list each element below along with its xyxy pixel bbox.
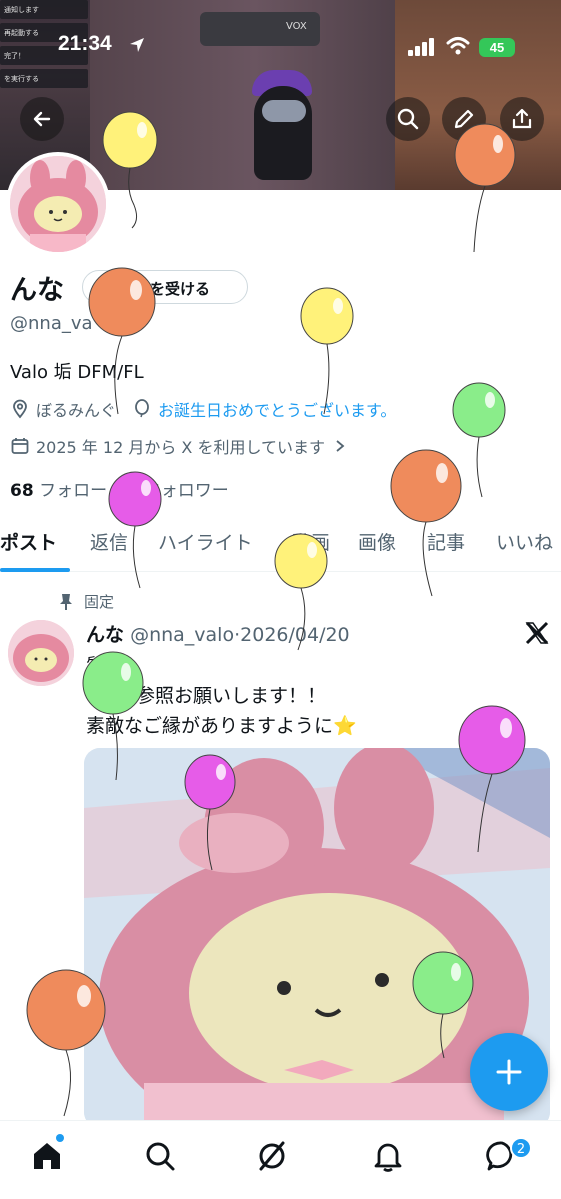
plus-icon <box>496 1059 522 1085</box>
battery-level: 45 <box>489 40 505 55</box>
profile-birthday[interactable]: お誕生日おめでとうございます。 <box>158 397 396 421</box>
banner-crewmate <box>248 70 318 180</box>
post-author-handle[interactable]: @nna_valo <box>130 624 234 646</box>
banner-overlay-line: 通知します <box>0 0 88 19</box>
messages-badge: 2 <box>510 1137 532 1159</box>
birthday-balloon <box>300 287 354 415</box>
battery-indicator: 45 <box>479 38 515 57</box>
avatar-image <box>8 620 74 686</box>
profile-joined-row[interactable]: 2025 年 12 月から X を利用しています <box>10 434 347 458</box>
banner-overlay-line: を実行する <box>0 69 88 88</box>
avatar-image <box>10 156 106 252</box>
location-arrow-icon <box>130 38 144 52</box>
following-count: 68 <box>10 481 34 501</box>
following-link[interactable]: 68 フォロー <box>10 481 107 501</box>
following-label: フォロー <box>39 481 108 501</box>
x-logo-icon <box>525 621 549 645</box>
birthday-balloon <box>412 951 474 1059</box>
post-author-avatar[interactable] <box>8 620 74 686</box>
tab-likes[interactable]: いいね <box>496 528 553 555</box>
pinned-indicator: 固定 <box>58 591 114 612</box>
post-text-line: 参照お願いします！！ <box>136 685 327 707</box>
home-unread-dot <box>56 1134 64 1142</box>
display-name: んな <box>10 275 64 306</box>
search-icon[interactable] <box>143 1139 177 1173</box>
grok-icon[interactable] <box>255 1139 289 1173</box>
search-button[interactable] <box>386 97 430 141</box>
compose-button[interactable] <box>470 1033 548 1111</box>
search-icon <box>397 108 419 130</box>
birthday-balloon <box>82 651 144 781</box>
bottom-navigation <box>0 1120 561 1199</box>
home-icon[interactable] <box>30 1139 64 1173</box>
birthday-balloon <box>26 969 106 1117</box>
back-button[interactable] <box>20 97 64 141</box>
birthday-balloon <box>390 449 462 597</box>
birthday-balloon <box>454 123 516 253</box>
birthday-balloon <box>102 111 158 229</box>
post-author-name[interactable]: んな <box>86 624 124 646</box>
birthday-balloon <box>88 267 156 415</box>
tab-highlights[interactable]: ハイライト <box>158 528 253 555</box>
signal-icon <box>408 38 434 56</box>
birthday-balloon <box>184 754 236 871</box>
chevron-right-icon <box>336 440 345 452</box>
birthday-balloon <box>458 705 526 853</box>
birthday-balloon <box>108 471 162 589</box>
tab-posts[interactable]: ポスト <box>0 528 57 555</box>
active-tab-indicator <box>0 568 70 572</box>
profile-handle: @nna_va <box>10 313 93 334</box>
pin-icon <box>60 593 72 610</box>
status-time: 21:34 <box>58 32 112 55</box>
pinned-label: 固定 <box>84 593 115 611</box>
location-pin-icon <box>13 399 27 419</box>
profile-avatar[interactable] <box>6 152 110 256</box>
status-bar: 21:34 45 <box>0 30 561 64</box>
wifi-icon <box>446 37 470 55</box>
back-arrow-icon <box>33 111 51 127</box>
birthday-balloon <box>274 533 328 651</box>
profile-joined: 2025 年 12 月から X を利用しています <box>36 438 325 457</box>
bell-icon[interactable] <box>371 1139 405 1173</box>
calendar-icon <box>11 438 29 454</box>
